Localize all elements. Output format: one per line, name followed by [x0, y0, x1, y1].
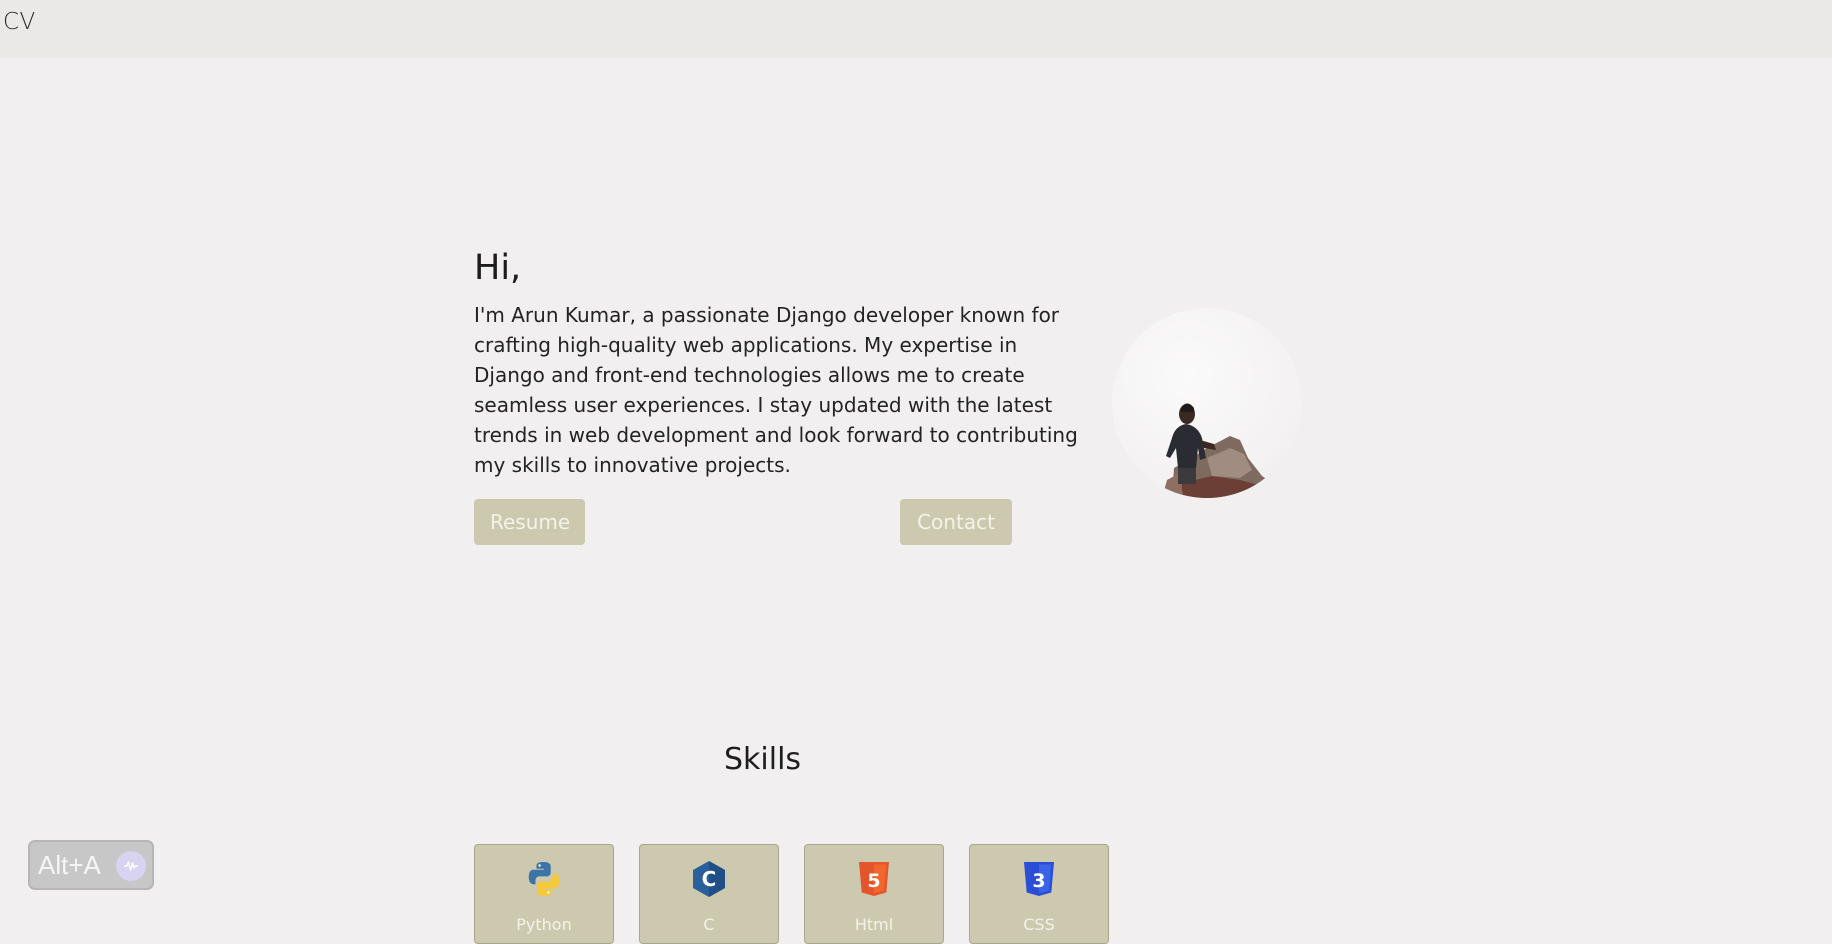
avatar	[1112, 308, 1302, 498]
skill-card-html[interactable]: 5 Html	[804, 844, 944, 944]
skill-card-c[interactable]: C C	[639, 844, 779, 944]
svg-text:C: C	[702, 867, 717, 891]
c-logo-icon: C	[693, 861, 725, 897]
brand-link[interactable]: CV	[3, 9, 36, 35]
hero-section: Hi, I'm Arun Kumar, a passionate Django …	[474, 240, 1086, 480]
skill-label: CSS	[1023, 915, 1055, 934]
svg-text:5: 5	[867, 870, 880, 892]
skill-label: Python	[516, 915, 572, 934]
html5-logo-icon: 5	[859, 862, 889, 896]
python-logo-icon	[528, 862, 560, 896]
skill-label: C	[703, 915, 715, 934]
resume-button[interactable]: Resume	[474, 499, 585, 545]
shortcut-label: Alt+A	[38, 850, 101, 880]
greeting-heading: Hi,	[474, 248, 522, 288]
skill-card-python[interactable]: Python	[474, 844, 614, 944]
skill-label: Html	[854, 915, 894, 934]
skills-heading: Skills	[724, 742, 802, 777]
contact-button[interactable]: Contact	[900, 499, 1012, 545]
css3-logo-icon: 3	[1024, 862, 1054, 896]
voice-wave-icon	[116, 851, 146, 881]
navbar: CV	[0, 0, 1832, 58]
svg-text:3: 3	[1032, 870, 1045, 892]
shortcut-badge[interactable]: Alt+A	[28, 840, 154, 890]
bio-text: I'm Arun Kumar, a passionate Django deve…	[474, 303, 1078, 477]
skill-card-css[interactable]: 3 CSS	[969, 844, 1109, 944]
profile-photo-icon	[1162, 403, 1280, 498]
